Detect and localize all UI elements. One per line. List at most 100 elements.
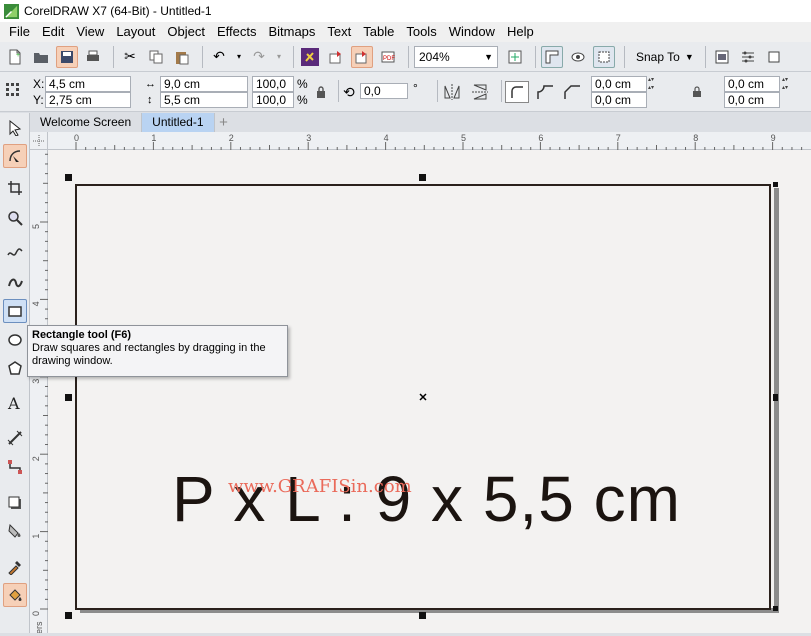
tab-welcome-screen[interactable]: Welcome Screen [30,113,143,132]
horizontal-ruler[interactable]: 0 1 2 3 4 5 6 7 8 9 [48,132,811,150]
rectangle-tool-icon[interactable] [3,299,27,323]
view-mode-icon[interactable] [567,46,589,68]
scale-width-field[interactable]: 100,0 [252,76,294,92]
undo-icon[interactable]: ↶ [208,46,230,68]
menu-bitmaps[interactable]: Bitmaps [262,22,321,42]
transparency-tool-icon[interactable] [3,519,27,543]
full-screen-preview-icon[interactable] [504,46,526,68]
menu-help[interactable]: Help [501,22,540,42]
toolbar-separator [293,45,294,68]
y-position-field[interactable]: 2,75 cm [45,92,131,108]
zoom-tool-icon[interactable] [3,206,27,230]
corner-radius-bottom-right[interactable]: 0,0 cm [724,92,780,108]
menu-tools[interactable]: Tools [400,22,442,42]
scalloped-corner-icon[interactable] [536,84,554,100]
menu-window[interactable]: Window [443,22,501,42]
rotation-angle-field[interactable]: 0,0 [360,83,408,99]
crop-tool-icon[interactable] [3,176,27,200]
polygon-tool-icon[interactable] [3,356,27,380]
document-tabs: Welcome Screen Untitled-1 + [30,113,811,132]
mirror-vertical-icon[interactable] [471,83,489,101]
connector-tool-icon[interactable] [3,455,27,479]
artistic-media-tool-icon[interactable] [3,270,27,294]
lock-ratio-icon[interactable] [315,85,327,99]
show-rulers-icon[interactable] [541,45,563,68]
pick-tool-icon[interactable] [3,116,27,140]
watermark-text: www.GRAFISin.com [228,476,412,497]
parallel-dimension-tool-icon[interactable] [3,426,27,450]
menu-object[interactable]: Object [161,22,211,42]
y-label: Y: [33,93,44,107]
x-label: X: [33,77,45,91]
title-bar: CorelDRAW X7 (64-Bit) - Untitled-1 [0,0,811,22]
height-field[interactable]: 5,5 cm [160,92,248,108]
show-guidelines-icon[interactable] [593,45,615,68]
vertical-ruler[interactable]: 0 1 2 3 4 5 ers [30,150,48,634]
menu-file[interactable]: File [3,22,36,42]
chamfered-corner-icon[interactable] [563,84,581,100]
print-icon[interactable] [82,46,104,68]
corner-radius-top-right[interactable]: 0,0 cm [724,76,780,92]
menu-table[interactable]: Table [357,22,400,42]
menu-text[interactable]: Text [321,22,357,42]
menu-edit[interactable]: Edit [36,22,70,42]
svg-text:A: A [7,394,20,412]
menu-view[interactable]: View [70,22,110,42]
x-position-field[interactable]: 4,5 cm [45,76,131,92]
dimension-text[interactable]: P x L : 9 x 5,5 cm [172,462,681,536]
property-bar: X: 4,5 cm Y: 2,75 cm ↔ 9,0 cm ↕ 5,5 cm 1… [0,72,811,112]
new-document-icon[interactable]: + [4,46,26,68]
scale-height-field[interactable]: 100,0 [252,92,294,108]
text-tool-icon[interactable]: A [3,391,27,415]
menu-effects[interactable]: Effects [211,22,263,42]
ruler-origin-icon [33,135,45,147]
tab-untitled-1[interactable]: Untitled-1 [142,113,215,132]
ruler-label: 0 [74,133,79,143]
lock-corners-icon[interactable] [692,86,702,98]
interactive-fill-tool-icon[interactable] [3,583,27,607]
drawing-window[interactable]: P x L : 9 x 5,5 cm www.GRAFISin.com [48,150,811,633]
color-eyedropper-tool-icon[interactable] [3,555,27,579]
object-origin-icon[interactable] [5,82,21,98]
rotation-icon: ⟲ [343,84,355,100]
options-icon[interactable] [737,46,759,68]
freehand-tool-icon[interactable] [3,241,27,265]
add-tab-icon[interactable]: + [215,113,233,132]
drop-shadow-tool-icon[interactable] [3,491,27,515]
round-corner-icon[interactable] [505,81,529,103]
ruler-origin[interactable] [30,132,48,150]
coreldraw-logo-icon [4,3,19,19]
publish-pdf-icon[interactable]: PDF [377,46,399,68]
paste-icon[interactable] [171,46,193,68]
shape-tool-icon[interactable] [3,144,27,168]
toolbar-separator [535,45,536,68]
ruler-label: 5 [461,133,466,143]
export-icon[interactable] [351,45,373,68]
snap-to-dropdown[interactable]: Snap To ▼ [630,50,700,64]
import-icon[interactable] [325,46,347,68]
spinner-icon[interactable]: ▴▾ ▴▾ [648,76,666,108]
rectangle-tool-tooltip: Rectangle tool (F6) Draw squares and rec… [27,325,288,377]
welcome-screen-icon[interactable] [711,46,733,68]
search-content-icon[interactable] [299,46,321,68]
cut-icon[interactable]: ✂ [119,46,141,68]
ruler-label: 8 [693,133,698,143]
copy-icon[interactable] [145,46,167,68]
save-icon[interactable] [56,45,78,68]
redo-dropdown-icon[interactable]: ▾ [274,46,284,68]
ruler-label: 7 [616,133,621,143]
ellipse-tool-icon[interactable] [3,328,27,352]
ruler-label: 3 [31,379,41,384]
redo-icon[interactable]: ↷ [248,46,270,68]
open-folder-icon[interactable] [30,46,52,68]
chevron-down-icon: ▼ [684,51,694,62]
spinner-icon[interactable]: ▴▾ ▴▾ [782,76,800,108]
mirror-horizontal-icon[interactable] [443,83,461,101]
undo-dropdown-icon[interactable]: ▾ [234,46,244,68]
menu-layout[interactable]: Layout [110,22,161,42]
launch-icon[interactable] [763,46,785,68]
width-field[interactable]: 9,0 cm [160,76,248,92]
corner-radius-bottom-left[interactable]: 0,0 cm [591,92,647,108]
corner-radius-top-left[interactable]: 0,0 cm [591,76,647,92]
zoom-level-select[interactable]: 204% ▼ [414,45,498,68]
